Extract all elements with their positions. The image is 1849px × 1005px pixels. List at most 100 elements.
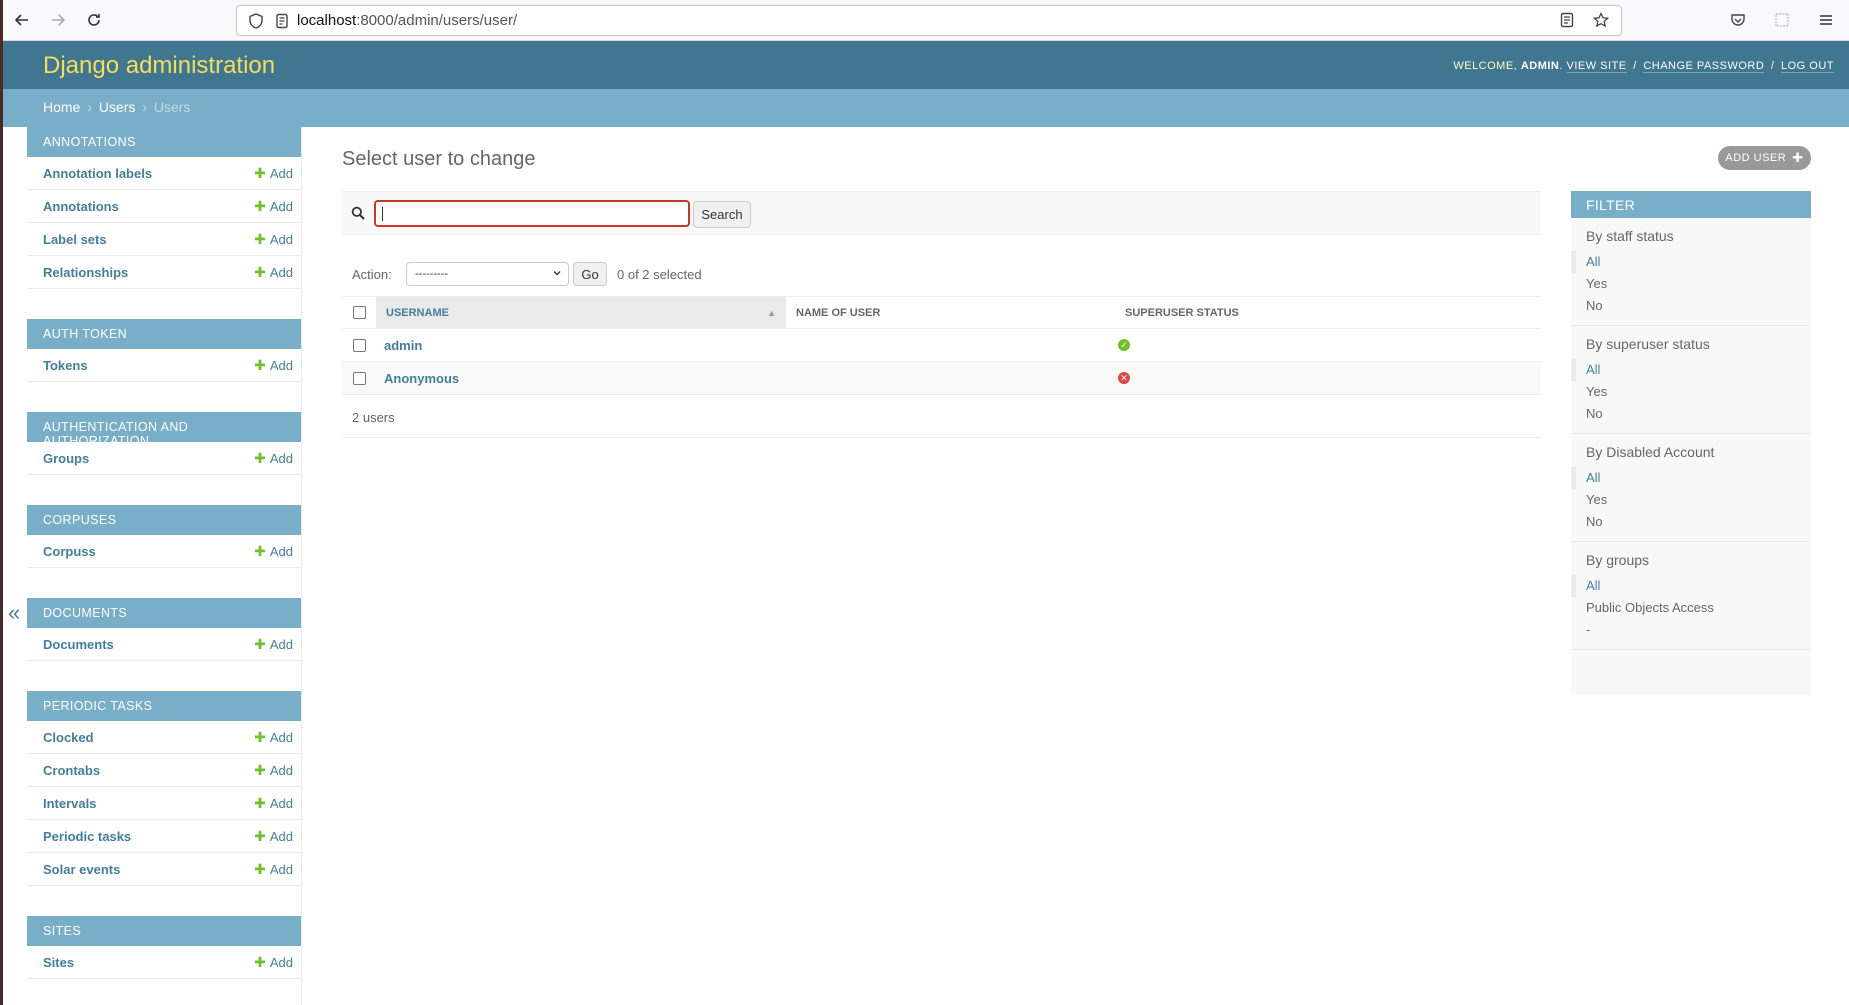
filter-option-all[interactable]: All bbox=[1571, 251, 1811, 273]
change-password-link[interactable]: Change password bbox=[1643, 60, 1765, 73]
site-brand[interactable]: Django administration bbox=[43, 52, 275, 80]
sidebar-item-link[interactable]: Annotations bbox=[43, 199, 119, 214]
search-button[interactable]: Search bbox=[693, 201, 751, 228]
add-link[interactable]: ✚ Add bbox=[254, 165, 293, 182]
add-link[interactable]: ✚ Add bbox=[254, 861, 293, 878]
row-checkbox[interactable] bbox=[352, 338, 366, 352]
filter-option-all[interactable]: All bbox=[1571, 359, 1811, 381]
filter-option-no[interactable]: No bbox=[1571, 403, 1811, 425]
sidebar-item-annotation-labels: Annotation labels ✚ Add bbox=[27, 157, 301, 190]
add-link[interactable]: ✚ Add bbox=[254, 828, 293, 845]
module-caption[interactable]: Auth Token bbox=[27, 319, 301, 349]
table-row: admin ✓ bbox=[342, 329, 1541, 362]
sidebar-item-link[interactable]: Groups bbox=[43, 451, 89, 466]
sidebar-item-link[interactable]: Periodic tasks bbox=[43, 829, 131, 844]
filter-group-by-staff-status: By staff status All Yes No bbox=[1571, 218, 1811, 326]
filter-option-all[interactable]: All bbox=[1571, 575, 1811, 597]
filter-option-none[interactable]: - bbox=[1571, 619, 1811, 641]
module-caption[interactable]: Periodic Tasks bbox=[27, 691, 301, 721]
column-superuser-status[interactable]: Superuser status bbox=[1117, 307, 1541, 319]
add-label: Add bbox=[269, 636, 293, 652]
sidebar-item-link[interactable]: Tokens bbox=[43, 358, 88, 373]
table-row: Anonymous ✕ bbox=[342, 362, 1541, 395]
plus-icon: ✚ bbox=[254, 635, 266, 652]
row-checkbox[interactable] bbox=[352, 371, 366, 385]
sidebar-item-link[interactable]: Corpuss bbox=[43, 544, 96, 559]
add-link[interactable]: ✚ Add bbox=[254, 636, 293, 653]
toggle-sidebar-icon[interactable]: « bbox=[8, 600, 20, 626]
module-caption[interactable]: Authentication and Authorization bbox=[27, 412, 301, 448]
sidebar-item-link[interactable]: Clocked bbox=[43, 730, 94, 745]
filter-options: All Yes No bbox=[1571, 359, 1811, 425]
module-authentication-and-authorization: Authentication and Authorization Groups ✚ A… bbox=[27, 412, 301, 475]
search-input[interactable] bbox=[374, 200, 690, 227]
column-username[interactable]: Username ▲ bbox=[376, 297, 786, 328]
filter-group-by-groups: By groups All Public Objects Access - bbox=[1571, 542, 1811, 650]
filter-option-public-objects-access[interactable]: Public Objects Access bbox=[1571, 597, 1811, 619]
add-link[interactable]: ✚ Add bbox=[254, 729, 293, 746]
go-button[interactable]: Go bbox=[573, 262, 607, 286]
sidebar-item-link[interactable]: Sites bbox=[43, 955, 74, 970]
add-link[interactable]: ✚ Add bbox=[254, 954, 293, 971]
reload-icon[interactable] bbox=[77, 3, 111, 37]
pocket-icon[interactable] bbox=[1723, 4, 1753, 36]
sidebar-item-link[interactable]: Relationships bbox=[43, 265, 128, 280]
forward-arrow-icon[interactable] bbox=[41, 3, 75, 37]
plus-icon: ✚ bbox=[254, 860, 266, 877]
add-link[interactable]: ✚ Add bbox=[254, 450, 293, 467]
breadcrumb-home[interactable]: Home bbox=[43, 99, 80, 115]
filter-option-yes[interactable]: Yes bbox=[1571, 381, 1811, 403]
view-site-link[interactable]: View site bbox=[1566, 60, 1627, 73]
breadcrumb-app[interactable]: Users bbox=[99, 99, 136, 115]
log-out-link[interactable]: Log out bbox=[1780, 60, 1834, 73]
module-caption[interactable]: Sites bbox=[27, 916, 301, 946]
add-link[interactable]: ✚ Add bbox=[254, 198, 293, 215]
username-link[interactable]: Anonymous bbox=[384, 371, 459, 386]
actions-bar: Action: --------- Go 0 of 2 selected bbox=[342, 261, 702, 287]
add-label: Add bbox=[269, 357, 293, 373]
no-icon: ✕ bbox=[1118, 372, 1130, 384]
back-arrow-icon[interactable] bbox=[5, 3, 39, 37]
add-link[interactable]: ✚ Add bbox=[254, 795, 293, 812]
filter-option-no[interactable]: No bbox=[1571, 511, 1811, 533]
module-spacer bbox=[27, 886, 301, 916]
sidebar-item-link[interactable]: Solar events bbox=[43, 862, 120, 877]
search-icon bbox=[351, 206, 365, 220]
filter-option-yes[interactable]: Yes bbox=[1571, 273, 1811, 295]
url-bar[interactable]: localhost:8000/admin/users/user/ bbox=[236, 5, 1622, 36]
module-periodic-tasks: Periodic Tasks Clocked ✚ Add Crontabs ✚ Add Int… bbox=[27, 691, 301, 886]
hamburger-menu-icon[interactable] bbox=[1811, 4, 1841, 36]
bookmark-star-icon[interactable] bbox=[1591, 10, 1611, 30]
sidebar-item-link[interactable]: Intervals bbox=[43, 796, 96, 811]
shield-icon[interactable] bbox=[245, 11, 267, 31]
module-caption[interactable]: Documents bbox=[27, 598, 301, 628]
add-link[interactable]: ✚ Add bbox=[254, 543, 293, 560]
add-user-button[interactable]: Add user ✚ bbox=[1718, 146, 1811, 170]
select-all-checkbox[interactable] bbox=[352, 306, 366, 319]
plus-icon: ✚ bbox=[254, 263, 266, 280]
filter-option-all[interactable]: All bbox=[1571, 467, 1811, 489]
sidebar-item-link[interactable]: Documents bbox=[43, 637, 114, 652]
column-name-of-user[interactable]: Name of user bbox=[786, 307, 1117, 319]
add-link[interactable]: ✚ Add bbox=[254, 231, 293, 248]
add-link[interactable]: ✚ Add bbox=[254, 762, 293, 779]
username-link[interactable]: admin bbox=[384, 338, 422, 353]
sidebar-item-link[interactable]: Annotation labels bbox=[43, 166, 152, 181]
extension-icon[interactable] bbox=[1767, 4, 1797, 36]
module-caption[interactable]: Annotations bbox=[27, 127, 301, 157]
add-label: Add bbox=[269, 828, 293, 844]
sidebar-item-link[interactable]: Crontabs bbox=[43, 763, 100, 778]
sidebar-item-link[interactable]: Label sets bbox=[43, 232, 107, 247]
filter-option-no[interactable]: No bbox=[1571, 295, 1811, 317]
reader-view-icon[interactable] bbox=[1557, 10, 1577, 30]
add-link[interactable]: ✚ Add bbox=[254, 264, 293, 281]
add-label: Add bbox=[269, 165, 293, 181]
sort-ascending-icon[interactable]: ▲ bbox=[767, 308, 776, 318]
page-info-icon[interactable] bbox=[271, 11, 293, 31]
current-user: admin bbox=[1520, 60, 1560, 72]
module-caption[interactable]: Corpuses bbox=[27, 505, 301, 535]
action-select[interactable]: --------- bbox=[406, 262, 569, 286]
add-link[interactable]: ✚ Add bbox=[254, 357, 293, 374]
filter-option-yes[interactable]: Yes bbox=[1571, 489, 1811, 511]
text-cursor bbox=[382, 207, 383, 221]
